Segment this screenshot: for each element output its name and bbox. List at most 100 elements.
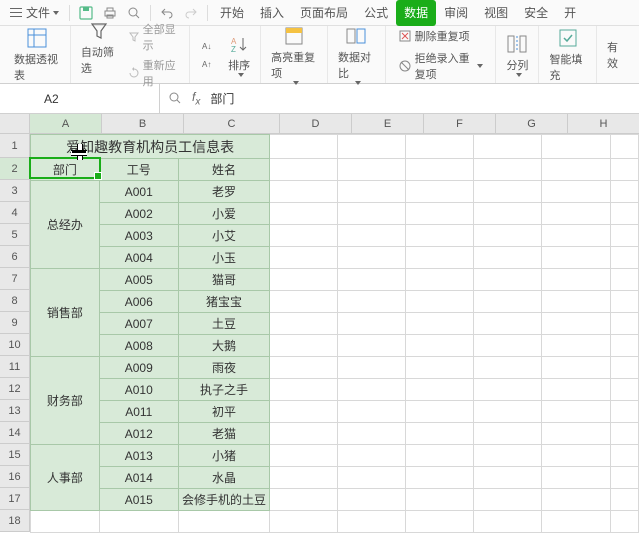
row-header[interactable]: 9 (0, 312, 30, 334)
name-cell[interactable]: 雨夜 (178, 357, 269, 379)
id-cell[interactable]: A009 (99, 357, 178, 379)
col-header[interactable]: F (424, 114, 496, 134)
select-all-corner[interactable] (0, 114, 30, 134)
formula-content[interactable]: 部门 (210, 90, 234, 107)
menu-tab-视图[interactable]: 视图 (476, 0, 516, 26)
column-headers[interactable]: ABCDEFGHI (30, 114, 639, 134)
row-header[interactable]: 4 (0, 202, 30, 224)
menu-tab-开始[interactable]: 开始 (212, 0, 252, 26)
row-header[interactable]: 2 (0, 158, 30, 180)
dept-cell[interactable]: 销售部 (31, 269, 100, 357)
header-cell[interactable]: 部门 (31, 159, 100, 181)
id-cell[interactable]: A013 (99, 445, 178, 467)
col-header[interactable]: E (352, 114, 424, 134)
row-header[interactable]: 18 (0, 510, 30, 532)
name-cell[interactable]: 小猪 (178, 445, 269, 467)
header-cell[interactable]: 工号 (99, 159, 178, 181)
name-cell[interactable]: 会修手机的土豆 (178, 489, 269, 511)
id-cell[interactable]: A001 (99, 181, 178, 203)
col-header[interactable]: C (184, 114, 280, 134)
col-header[interactable]: B (102, 114, 184, 134)
row-header[interactable]: 14 (0, 422, 30, 444)
id-cell[interactable]: A014 (99, 467, 178, 489)
row-header[interactable]: 5 (0, 224, 30, 246)
sort-desc-button[interactable]: A↑ (198, 57, 222, 71)
col-header[interactable]: D (280, 114, 352, 134)
search-icon[interactable] (168, 91, 182, 105)
sort-asc-button[interactable]: A↓ (198, 39, 222, 53)
name-cell[interactable]: 小艾 (178, 225, 269, 247)
redo-icon[interactable] (179, 1, 203, 25)
row-header[interactable]: 13 (0, 400, 30, 422)
name-cell[interactable]: 猫哥 (178, 269, 269, 291)
svg-text:A↑: A↑ (202, 60, 211, 69)
header-cell[interactable]: 姓名 (178, 159, 269, 181)
row-headers[interactable]: 123456789101112131415161718 (0, 134, 30, 532)
menu-tab-公式[interactable]: 公式 (356, 0, 396, 26)
menu-tab-开[interactable]: 开 (556, 0, 584, 26)
name-cell[interactable]: 小玉 (178, 247, 269, 269)
smart-fill-button[interactable]: 智能填充 (547, 27, 588, 83)
id-cell[interactable]: A015 (99, 489, 178, 511)
dept-cell[interactable]: 财务部 (31, 357, 100, 445)
name-cell[interactable]: 水晶 (178, 467, 269, 489)
dept-cell[interactable]: 总经办 (31, 181, 100, 269)
col-header[interactable]: A (30, 114, 102, 134)
name-cell[interactable]: 执子之手 (178, 379, 269, 401)
delete-dup-icon (398, 29, 412, 43)
ribbon-bar: 数据透视表 自动筛选 全部显示 重新应用 A↓ A↑ AZ 排序 (0, 26, 639, 84)
split-button[interactable]: 分列 (504, 33, 530, 77)
name-cell[interactable]: 土豆 (178, 313, 269, 335)
id-cell[interactable]: A007 (99, 313, 178, 335)
id-cell[interactable]: A005 (99, 269, 178, 291)
row-header[interactable]: 11 (0, 356, 30, 378)
id-cell[interactable]: A008 (99, 335, 178, 357)
row-header[interactable]: 10 (0, 334, 30, 356)
fx-icon[interactable]: fx (192, 90, 200, 107)
col-header[interactable]: G (496, 114, 568, 134)
row-header[interactable]: 16 (0, 466, 30, 488)
id-cell[interactable]: A003 (99, 225, 178, 247)
row-header[interactable]: 6 (0, 246, 30, 268)
row-header[interactable]: 17 (0, 488, 30, 510)
row-header[interactable]: 12 (0, 378, 30, 400)
validate-button[interactable]: 有效 (605, 39, 627, 71)
name-cell[interactable]: 大鹅 (178, 335, 269, 357)
row-header[interactable]: 8 (0, 290, 30, 312)
name-box[interactable]: A2 (0, 84, 160, 113)
id-cell[interactable]: A004 (99, 247, 178, 269)
row-header[interactable]: 3 (0, 180, 30, 202)
id-cell[interactable]: A012 (99, 423, 178, 445)
name-cell[interactable]: 老罗 (178, 181, 269, 203)
menu-tab-插入[interactable]: 插入 (252, 0, 292, 26)
id-cell[interactable]: A011 (99, 401, 178, 423)
name-cell[interactable]: 老猫 (178, 423, 269, 445)
file-menu[interactable]: 文件 (4, 4, 65, 21)
autofilter-button[interactable]: 自动筛选 (79, 20, 120, 90)
menu-tab-数据[interactable]: 数据 (396, 0, 436, 26)
row-header[interactable]: 15 (0, 444, 30, 466)
menu-tab-页面布局[interactable]: 页面布局 (292, 0, 356, 26)
name-cell[interactable]: 猪宝宝 (178, 291, 269, 313)
name-cell[interactable]: 初平 (178, 401, 269, 423)
dept-cell[interactable]: 人事部 (31, 445, 100, 511)
pivot-table-button[interactable]: 数据透视表 (12, 27, 62, 83)
delete-dup-button[interactable]: 删除重复项 (394, 27, 488, 45)
sheet-cells[interactable]: 爱知趣教育机构员工信息表部门工号姓名总经办A001老罗A002小爱A003小艾A… (30, 134, 639, 533)
row-header[interactable]: 7 (0, 268, 30, 290)
menu-tab-审阅[interactable]: 审阅 (436, 0, 476, 26)
id-cell[interactable]: A006 (99, 291, 178, 313)
id-cell[interactable]: A002 (99, 203, 178, 225)
show-all-button[interactable]: 全部显示 (124, 20, 182, 54)
col-header[interactable]: H (568, 114, 639, 134)
id-cell[interactable]: A010 (99, 379, 178, 401)
menu-tab-安全[interactable]: 安全 (516, 0, 556, 26)
sort-button[interactable]: AZ 排序 (226, 33, 252, 77)
highlight-dup-button[interactable]: 高亮重复项 (269, 25, 319, 85)
data-compare-button[interactable]: 数据对比 (336, 25, 377, 85)
spreadsheet-grid[interactable]: ABCDEFGHI 123456789101112131415161718 爱知… (0, 114, 639, 558)
row-header[interactable]: 1 (0, 134, 30, 158)
title-cell[interactable]: 爱知趣教育机构员工信息表 (31, 135, 270, 159)
name-cell[interactable]: 小爱 (178, 203, 269, 225)
reject-dup-button[interactable]: 拒绝录入重复项 (394, 49, 488, 83)
